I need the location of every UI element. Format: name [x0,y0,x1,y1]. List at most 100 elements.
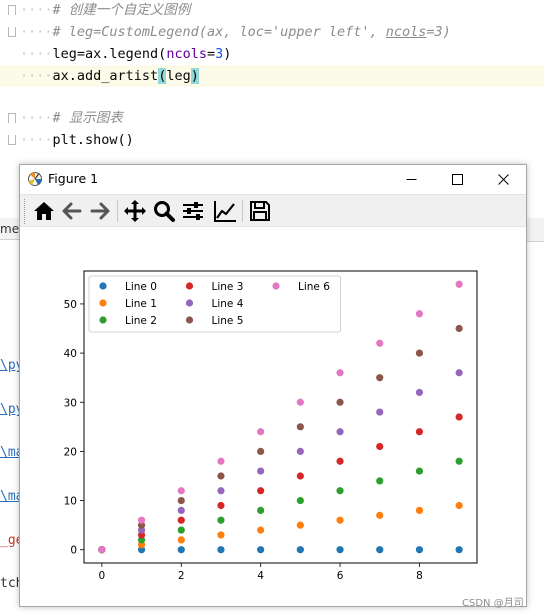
code-token: ) [223,46,232,62]
fold-marker-icon[interactable] [6,5,16,15]
scatter-point [336,398,344,406]
fold-marker-icon[interactable] [6,113,16,123]
save-button[interactable] [247,198,273,224]
fold-marker-icon[interactable] [6,27,16,37]
home-button[interactable] [31,198,57,224]
code-line-1[interactable]: ····# 创建一个自定义图例 [0,0,544,21]
console-path-link[interactable]: \ma [0,489,20,505]
scatter-point [455,280,463,288]
figure-window[interactable]: Figure 1 0 2 4 6 8 0 10 20 30 40 50 Line… [19,164,527,607]
code-token: plt.show() [52,132,134,148]
close-icon [498,174,509,185]
scatter-point [336,487,344,495]
scatter-point [415,428,424,436]
code-token: leg [166,68,191,84]
forward-button[interactable] [87,198,113,224]
code-line-6[interactable]: ····# 显示图表 [0,107,544,129]
indent-dots: ···· [20,24,53,40]
zoom-icon [154,201,175,222]
legend-marker [99,282,107,290]
scatter-point [336,369,344,377]
scatter-point [296,398,304,406]
code-line-2[interactable]: ····# leg=CustomLegend(ax, loc='upper le… [0,21,544,43]
legend-marker [99,316,107,324]
legend-label: Line 0 [125,281,157,293]
scatter-point [257,428,265,436]
console-text: tch [0,576,20,591]
scatter-point [415,388,424,397]
subplots-config-button[interactable] [180,198,206,224]
legend-marker [185,299,194,307]
scatter-point [257,546,265,554]
indent-dots: ···· [20,68,53,84]
scatter-point [455,413,463,421]
scatter-point [257,447,265,456]
scatter-point [376,442,384,451]
scatter-point [415,349,424,357]
minimize-button[interactable] [388,165,434,193]
back-icon [62,202,82,220]
maximize-button[interactable] [434,165,480,193]
scatter-point [455,457,463,465]
window-titlebar[interactable]: Figure 1 [20,165,526,193]
scatter-point [376,477,384,485]
scatter-plot[interactable]: 0 2 4 6 8 0 10 20 30 40 50 Line 0 Line 1 Line 2 Line 3… [20,228,526,606]
fold-marker-icon[interactable] [6,135,16,145]
console-path-link[interactable]: \py [0,402,20,418]
scatter-point [455,324,463,333]
maximize-icon [452,174,463,185]
back-button[interactable] [59,198,85,224]
code-token: = [206,46,216,62]
y-tick-label: 30 [64,397,77,409]
legend-label: Line 6 [298,281,330,293]
code-line-7[interactable]: ····plt.show() [0,129,544,151]
scatter-point [336,457,344,465]
code-line-4[interactable]: ····ax.add_artist(leg) [0,65,544,87]
console-path-link[interactable]: \ma [0,445,20,461]
indent-dots: ···· [20,132,53,148]
scatter-point [455,546,463,554]
code-token: ) [190,68,199,84]
edit-axes-button[interactable] [212,198,238,224]
x-tick-label: 0 [99,570,106,582]
indent-dots: ···· [20,110,53,126]
legend-label: Line 5 [212,315,244,327]
home-icon [34,202,54,220]
comment-text: =3) [426,24,451,40]
console-path-link[interactable]: \py [0,358,20,374]
scatter-point [336,428,344,436]
x-tick-label: 8 [416,570,423,582]
scatter-point [177,546,185,554]
run-panel-tab[interactable]: me [0,218,20,240]
scatter-point [177,487,185,495]
comment-text: # 创建一个自定义图例 [52,2,191,18]
scatter-point [296,447,304,456]
scatter-point [415,546,424,554]
scatter-point [296,546,304,554]
scatter-point [217,501,225,510]
legend-marker [185,282,194,290]
scatter-point [376,339,384,347]
code-line-3[interactable]: ····leg=ax.legend(ncols=3) [0,43,544,65]
scatter-point [336,516,344,524]
scatter-point [257,467,265,475]
console-text: _ge [0,533,20,548]
comment-text: ncols [385,24,427,40]
window-title: Figure 1 [48,171,99,186]
y-tick-label: 20 [64,446,77,458]
zoom-button[interactable] [151,198,177,224]
x-tick-label: 4 [257,570,264,582]
figure-canvas[interactable]: 0 2 4 6 8 0 10 20 30 40 50 Line 0 Line 1 Line 2 Line 3… [20,228,526,606]
scatter-point [98,546,106,554]
scatter-point [455,369,463,377]
close-button[interactable] [480,165,526,193]
comment-text: # leg=CustomLegend(ax, loc='upper left', [52,24,386,40]
scatter-point [217,457,225,465]
pan-button[interactable] [122,198,148,224]
scatter-point [415,310,424,318]
pan-icon [124,200,146,222]
legend-marker [99,299,107,307]
code-token: ax.add_artist [52,68,159,84]
scatter-point [177,536,185,544]
toolbar-grip[interactable] [24,199,27,224]
